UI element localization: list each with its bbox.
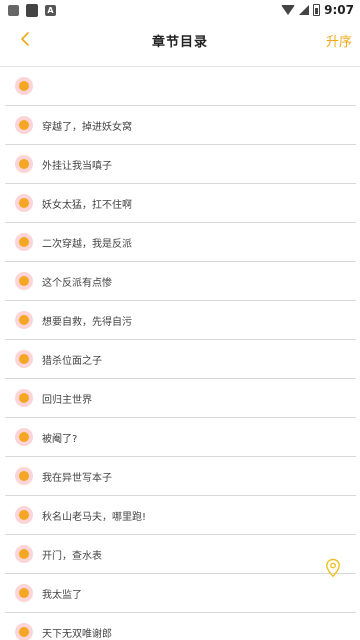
signal-icon (299, 5, 310, 15)
chapter-dot-icon (15, 272, 33, 290)
chapter-title: 被阉了? (42, 433, 78, 445)
chapter-item[interactable]: 我在异世写本子 (5, 457, 356, 496)
location-pin-icon (326, 558, 340, 578)
chapter-dot-icon (15, 194, 33, 212)
chapter-item[interactable]: 秋名山老马夫，哪里跑! (5, 496, 356, 535)
chapter-title: 秋名山老马夫，哪里跑! (42, 511, 147, 523)
chapter-item[interactable]: 开门，查水表 (5, 535, 356, 574)
chapter-item[interactable]: 我太监了 (5, 574, 356, 613)
chapter-title: 我太监了 (42, 589, 82, 601)
chapter-item[interactable]: 外挂让我当嗔子 (5, 145, 356, 184)
chapter-dot-icon (15, 584, 33, 602)
page-title: 章节目录 (151, 34, 208, 50)
chevron-left-icon (21, 32, 29, 46)
chapter-dot-icon (15, 545, 33, 563)
chapter-list: 穿越了，掉进妖女窝 外挂让我当嗔子妖女太猛，扛不住啊 二次穿越，我是反派 这个反派有点… (0, 66, 360, 640)
battery-icon (313, 4, 321, 16)
wifi-icon (281, 5, 296, 15)
chapter-item[interactable]: 猎杀位面之子 (5, 340, 356, 379)
chapter-item[interactable]: 天下无双唯谢郎 (5, 613, 356, 640)
chapter-item[interactable]: 妖女太猛，扛不住啊 (5, 184, 356, 223)
status-right: 9:07 (281, 3, 354, 17)
status-time: 9:07 (324, 3, 354, 17)
chapter-item[interactable]: 这个反派有点惨 (5, 262, 356, 301)
chapter-title: 回归主世界 (42, 394, 92, 406)
chapter-dot-icon (15, 233, 33, 251)
chapter-title: 二次穿越，我是反派 (42, 238, 132, 250)
chapter-title: 猎杀位面之子 (42, 355, 102, 367)
chapter-dot-icon (15, 77, 33, 95)
chapter-item[interactable]: 想要自救，先得自污 (5, 301, 356, 340)
sd-card-icon (26, 3, 38, 17)
sort-order-button[interactable]: 升序 (326, 31, 352, 50)
chapter-item[interactable]: 穿越了，掉进妖女窝 (5, 106, 356, 145)
chapter-dot-icon (15, 311, 33, 329)
chapter-dot-icon (15, 350, 33, 368)
chapter-title: 妖女太猛，扛不住啊 (42, 199, 132, 211)
chapter-dot-icon (15, 155, 33, 173)
chapter-dot-icon (15, 389, 33, 407)
chapter-dot-icon (15, 116, 33, 134)
location-button[interactable] (325, 558, 341, 578)
chapter-dot-icon (15, 428, 33, 446)
back-button[interactable] (14, 28, 36, 50)
chapter-item[interactable]: 被阉了? (5, 418, 356, 457)
header: 章节目录 升序 (0, 20, 360, 60)
chapter-item[interactable] (5, 67, 356, 106)
image-icon (8, 4, 19, 16)
chapter-item[interactable]: 二次穿越，我是反派 (5, 223, 356, 262)
chapter-title: 想要自救，先得自污 (42, 316, 132, 328)
chapter-title: 外挂让我当嗔子 (42, 160, 112, 172)
chapter-title: 穿越了，掉进妖女窝 (42, 121, 132, 133)
chapter-title: 我在异世写本子 (42, 472, 112, 484)
chapter-title: 开门，查水表 (42, 550, 102, 562)
chapter-dot-icon (15, 506, 33, 524)
status-bar: A 9:07 (0, 0, 360, 20)
chapter-title: 这个反派有点惨 (42, 277, 112, 289)
chapter-title: 天下无双唯谢郎 (42, 628, 112, 640)
chapter-dot-icon (15, 623, 33, 640)
status-left: A (8, 3, 56, 17)
chapter-dot-icon (15, 467, 33, 485)
chapter-item[interactable]: 回归主世界 (5, 379, 356, 418)
a-badge-icon: A (45, 4, 56, 16)
